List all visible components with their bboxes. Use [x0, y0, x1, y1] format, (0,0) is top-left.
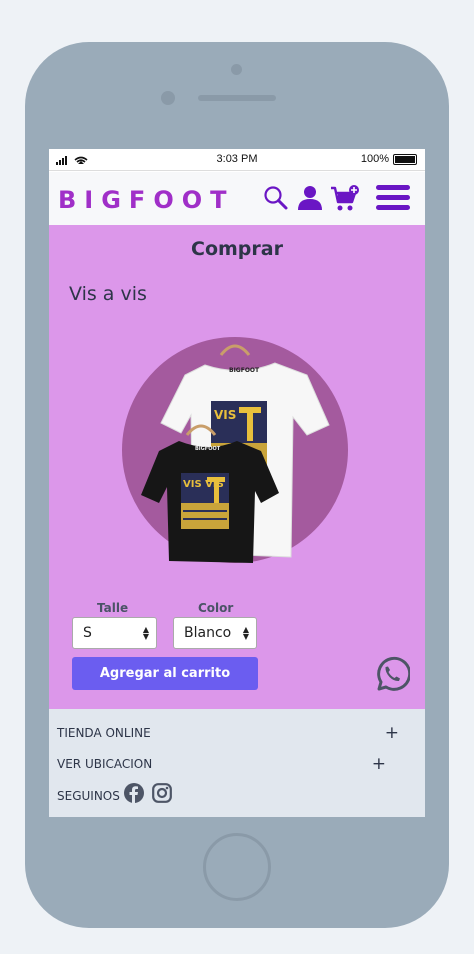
- brand-logo[interactable]: BIGFOOT: [58, 186, 235, 214]
- footer-follow-row: SEGUINOS: [57, 783, 409, 803]
- cart-add-icon[interactable]: [330, 185, 360, 213]
- search-icon[interactable]: [263, 185, 289, 211]
- tshirt-brand-label-2: BIGFOOT: [195, 446, 221, 452]
- product-name: Vis a vis: [69, 283, 147, 305]
- select-arrows-icon: ▲ ▼: [242, 625, 249, 641]
- facebook-icon[interactable]: [124, 783, 144, 803]
- footer: TIENDA ONLINE + VER UBICACION + SEGUINOS: [49, 709, 425, 817]
- add-to-cart-button[interactable]: Agregar al carrito: [72, 657, 258, 690]
- size-label: Talle: [97, 601, 129, 615]
- battery-percent: 100%: [360, 153, 389, 165]
- product-image: BIGFOOT VIS BIGFOOT VIS VIS: [122, 337, 348, 563]
- size-select[interactable]: S ▲ ▼: [72, 617, 157, 649]
- color-select[interactable]: Blanco ▲ ▼: [173, 617, 257, 649]
- navbar: BIGFOOT: [49, 172, 425, 225]
- page-title: Comprar: [191, 238, 283, 260]
- whatsapp-icon[interactable]: [373, 656, 410, 693]
- size-select-value: S: [83, 625, 92, 641]
- instagram-icon[interactable]: [152, 783, 172, 803]
- hamburger-menu-icon[interactable]: [375, 183, 411, 213]
- product-section: Comprar Vis a vis BIGFOOT VIS BIGFOOT VI…: [49, 225, 425, 709]
- phone-screen: 3:03 PM 100% BIGFOOT Comprar Vis a vis B…: [49, 149, 425, 817]
- expand-store-icon[interactable]: +: [385, 723, 399, 743]
- home-button[interactable]: [203, 833, 271, 901]
- speaker-grille: [198, 95, 276, 101]
- color-select-value: Blanco: [184, 625, 232, 641]
- footer-follow-label: SEGUINOS: [57, 789, 120, 803]
- footer-location-label: VER UBICACION: [57, 757, 153, 771]
- footer-store-label: TIENDA ONLINE: [57, 726, 151, 740]
- status-bar: 3:03 PM 100%: [49, 149, 425, 171]
- select-arrows-icon: ▲ ▼: [142, 625, 149, 641]
- footer-store-row[interactable]: TIENDA ONLINE +: [57, 723, 409, 743]
- sensor-dot: [231, 64, 242, 75]
- svg-text:VIS: VIS: [214, 408, 236, 422]
- tshirt-brand-label: BIGFOOT: [229, 367, 260, 374]
- battery-icon: [393, 154, 417, 165]
- camera-icon: [161, 91, 175, 105]
- footer-location-row[interactable]: VER UBICACION +: [57, 754, 409, 774]
- user-icon[interactable]: [297, 185, 323, 211]
- expand-location-icon[interactable]: +: [372, 754, 386, 774]
- color-label: Color: [198, 601, 234, 615]
